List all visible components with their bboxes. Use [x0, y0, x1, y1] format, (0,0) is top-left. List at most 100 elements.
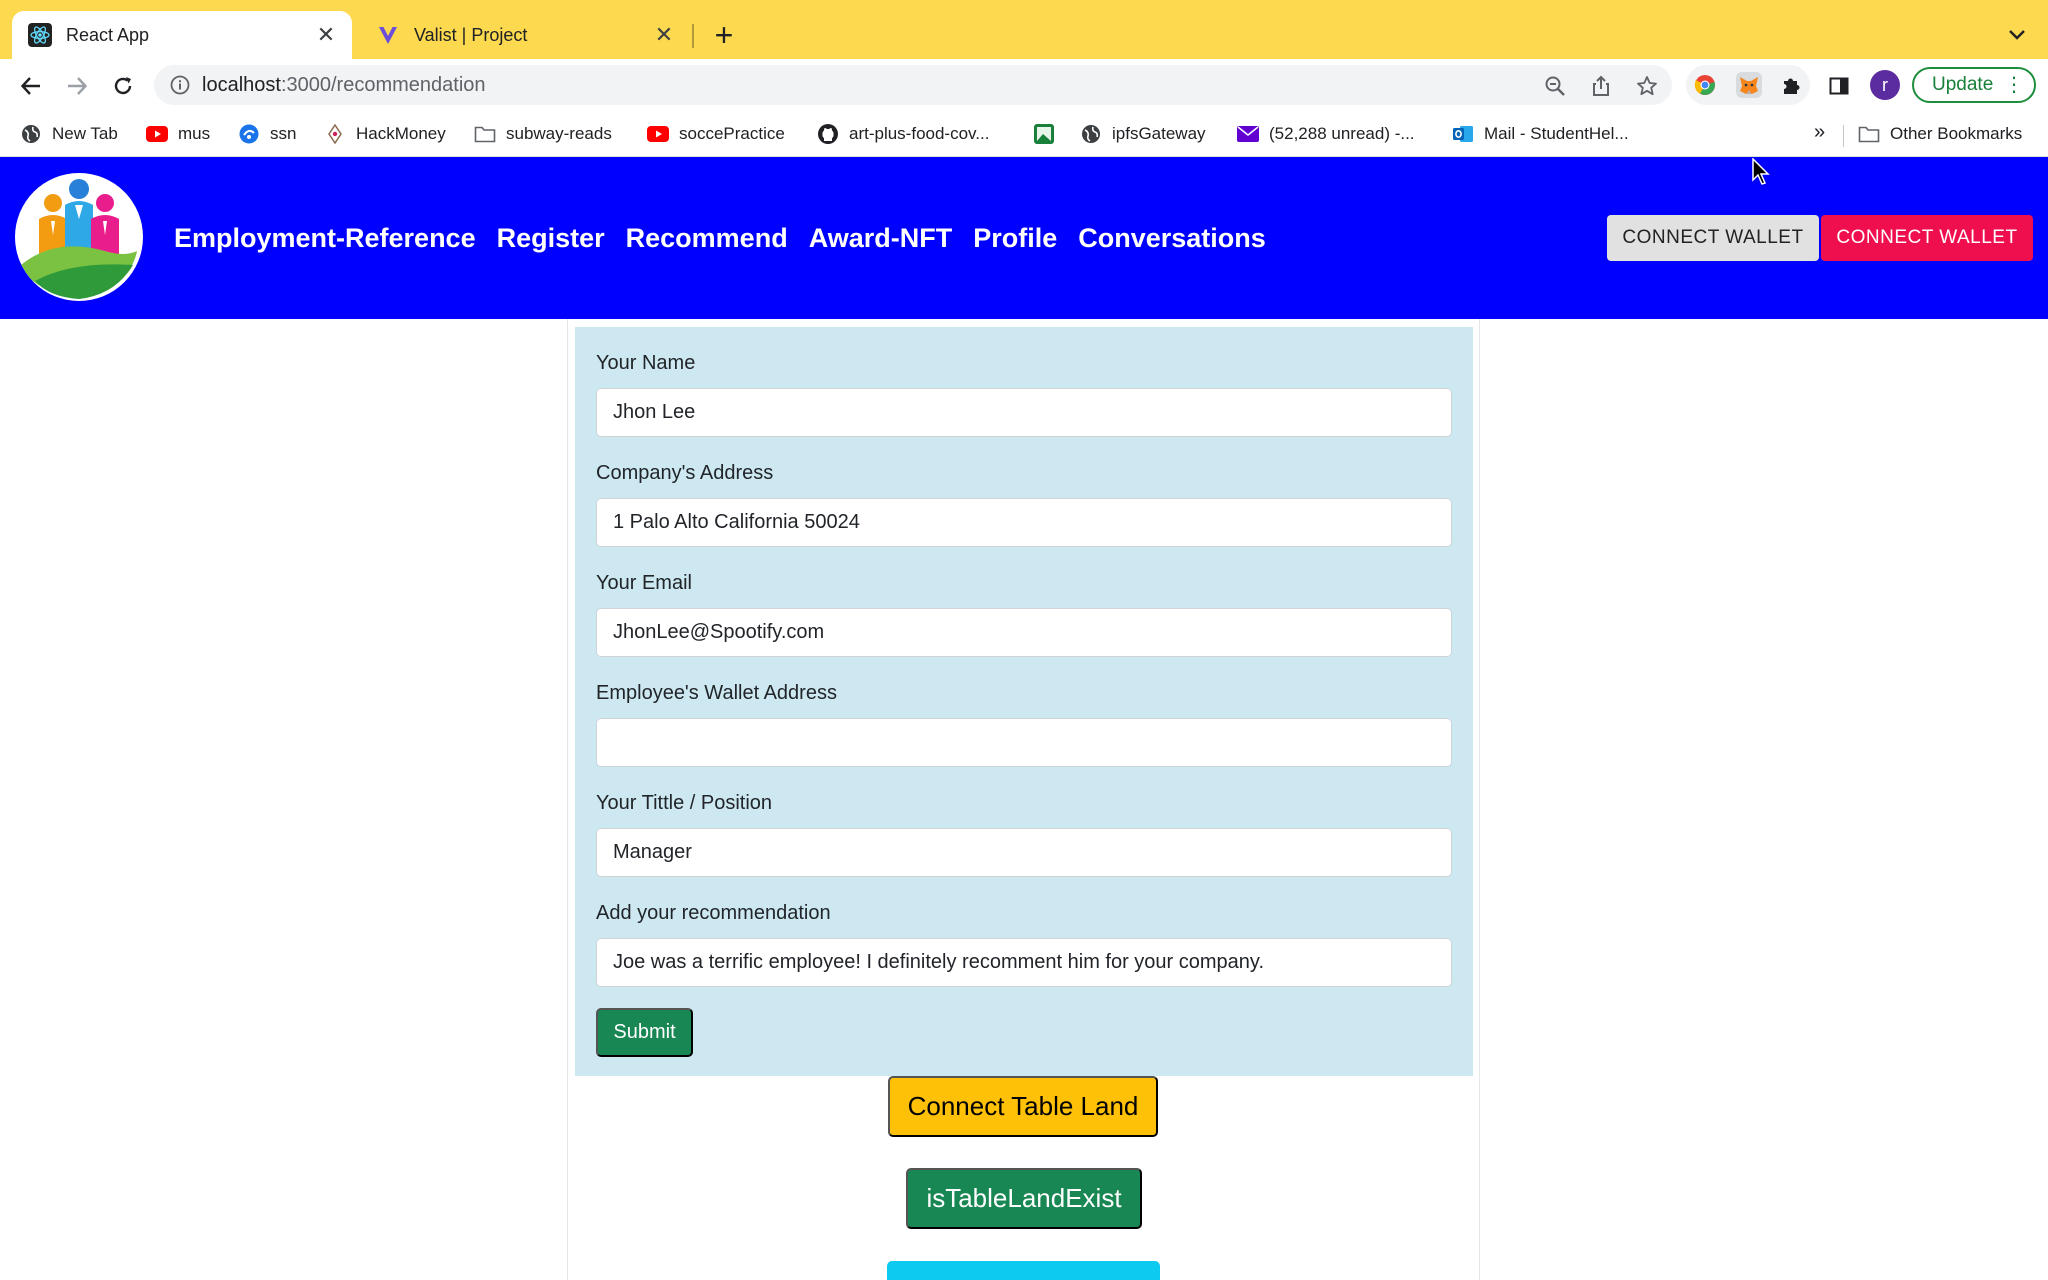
- tab-search-chevron-icon[interactable]: [2002, 20, 2032, 50]
- connect-wallet-button-grey[interactable]: CONNECT WALLET: [1607, 215, 1819, 261]
- bookmark-star-icon[interactable]: [1634, 73, 1660, 99]
- side-panel-icon[interactable]: [1822, 69, 1856, 103]
- valist-icon: [376, 23, 400, 47]
- metamask-fox-icon[interactable]: [1736, 72, 1762, 98]
- nav-award-nft[interactable]: Award-NFT: [809, 223, 953, 254]
- extensions-puzzle-icon[interactable]: [1778, 72, 1804, 98]
- youtube-icon: [146, 123, 168, 145]
- bookmark-label: HackMoney: [356, 124, 446, 143]
- nav-conversations[interactable]: Conversations: [1078, 223, 1266, 254]
- company-address-label: Company's Address: [596, 462, 774, 484]
- wallet-address-input[interactable]: [596, 718, 1452, 767]
- title-position-input[interactable]: Manager: [596, 828, 1452, 877]
- tab-valist-project[interactable]: Valist | Project ✕: [360, 11, 690, 59]
- mouse-cursor-icon: [1752, 157, 1772, 191]
- url-path: :3000/recommendation: [280, 74, 486, 96]
- bookmark-mus[interactable]: mus: [146, 121, 210, 147]
- app-logo[interactable]: [15, 173, 143, 301]
- is-tableland-exist-button[interactable]: isTableLandExist: [906, 1168, 1142, 1229]
- bookmark-ipfsgateway[interactable]: ipfsGateway: [1080, 121, 1206, 147]
- bookmark-ssn[interactable]: ssn: [238, 121, 296, 147]
- update-button[interactable]: Update ⋮: [1912, 67, 2036, 103]
- name-input[interactable]: Jhon Lee: [596, 388, 1452, 437]
- email-input[interactable]: JhonLee@Spootify.com: [596, 608, 1452, 657]
- recommendation-label: Add your recommendation: [596, 902, 831, 924]
- bookmark-label: ssn: [270, 124, 297, 143]
- back-arrow-icon[interactable]: [14, 69, 48, 103]
- tab-title: Valist | Project: [414, 24, 528, 45]
- more-vert-icon[interactable]: ⋮: [2004, 75, 2024, 95]
- nav-employment-reference[interactable]: Employment-Reference: [174, 223, 476, 254]
- ethglobal-icon: [324, 123, 346, 145]
- tab-separator: [692, 24, 694, 48]
- submit-button[interactable]: Submit: [596, 1008, 693, 1057]
- bookmark-label: Other Bookmarks: [1890, 124, 2023, 143]
- folder-icon: [1858, 123, 1880, 145]
- image-icon: [1033, 123, 1055, 145]
- bookmark-image[interactable]: [1033, 121, 1065, 147]
- recommendation-form: Your Name Jhon Lee Company's Address 1 P…: [575, 327, 1473, 1076]
- update-label: Update: [1932, 74, 1994, 95]
- bookmark-new-tab[interactable]: New Tab: [20, 121, 118, 147]
- bookmark-other-bookmarks[interactable]: Other Bookmarks: [1858, 121, 2022, 147]
- bookmark-label: (52,288 unread) -...: [1269, 124, 1415, 143]
- connect-wallet-button-red[interactable]: CONNECT WALLET: [1821, 215, 2033, 261]
- globe-icon: [1080, 123, 1102, 145]
- bookmark-label: soccePractice: [679, 124, 785, 143]
- browser-toolbar: localhost:3000/recommendation r Update ⋮: [0, 59, 2048, 111]
- profile-avatar[interactable]: r: [1870, 70, 1900, 100]
- app-icon: [238, 123, 260, 145]
- bookmark-hackmoney[interactable]: HackMoney: [324, 121, 446, 147]
- bookmark-mail-studenthel[interactable]: Mail - StudentHel...: [1452, 121, 1629, 147]
- title-position-label: Your Tittle / Position: [596, 792, 773, 814]
- bookmarks-overflow-icon[interactable]: »: [1814, 121, 1825, 144]
- share-icon[interactable]: [1588, 73, 1614, 99]
- github-icon: [817, 123, 839, 145]
- mail-icon: [1237, 123, 1259, 145]
- app-header: Employment-Reference Register Recommend …: [0, 157, 2048, 319]
- bookmark-subway-reads[interactable]: subway-reads: [474, 121, 612, 147]
- folder-icon: [474, 123, 496, 145]
- forward-arrow-icon[interactable]: [60, 69, 94, 103]
- connect-tableland-button[interactable]: Connect Table Land: [888, 1076, 1158, 1137]
- bookmark-label: mus: [178, 124, 211, 143]
- bookmark-label: Mail - StudentHel...: [1484, 124, 1629, 143]
- address-url[interactable]: localhost:3000/recommendation: [202, 74, 486, 97]
- bookmark-art-plus-food[interactable]: art-plus-food-cov...: [817, 121, 989, 147]
- address-bar[interactable]: localhost:3000/recommendation: [154, 65, 1672, 105]
- recommendation-input[interactable]: Joe was a terrific employee! I definitel…: [596, 938, 1452, 987]
- url-host: localhost: [202, 74, 281, 96]
- tab-title: React App: [66, 24, 150, 45]
- chrome-extension-icon[interactable]: [1692, 72, 1718, 98]
- nav-recommend[interactable]: Recommend: [626, 223, 788, 254]
- nav-profile[interactable]: Profile: [973, 223, 1057, 254]
- bookmarks-bar: New Tab mus ssn HackMoney subway-reads s…: [0, 111, 2048, 157]
- close-tab-icon[interactable]: ✕: [312, 21, 340, 49]
- site-info-icon[interactable]: [168, 73, 192, 97]
- browser-tab-strip: React App ✕ Valist | Project ✕ +: [0, 0, 2048, 59]
- name-label: Your Name: [596, 352, 696, 374]
- bookmark-label: New Tab: [52, 124, 118, 143]
- bookmark-label: art-plus-food-cov...: [849, 124, 990, 143]
- outlook-icon: [1452, 123, 1474, 145]
- bookmarks-divider: [1843, 125, 1844, 147]
- company-address-input[interactable]: 1 Palo Alto California 50024: [596, 498, 1452, 547]
- bookmark-soccepractice[interactable]: soccePractice: [647, 121, 785, 147]
- nav-register[interactable]: Register: [497, 223, 605, 254]
- tab-react-app[interactable]: React App ✕: [12, 11, 352, 59]
- main-nav: Employment-Reference Register Recommend …: [174, 223, 1266, 254]
- people-logo-icon: [17, 175, 141, 299]
- bookmark-label: subway-reads: [506, 124, 612, 143]
- new-tab-plus-icon[interactable]: +: [706, 19, 742, 52]
- youtube-icon: [647, 123, 669, 145]
- reload-icon[interactable]: [106, 69, 140, 103]
- globe-icon: [20, 123, 42, 145]
- email-label: Your Email: [596, 572, 692, 594]
- extensions-group: [1686, 65, 1810, 105]
- close-tab-icon[interactable]: ✕: [650, 21, 678, 49]
- bookmark-unread-mail[interactable]: (52,288 unread) -...: [1237, 121, 1415, 147]
- bookmark-label: ipfsGateway: [1112, 124, 1206, 143]
- zoom-out-icon[interactable]: [1542, 73, 1568, 99]
- react-icon: [28, 23, 52, 47]
- cyan-action-button[interactable]: [887, 1261, 1160, 1280]
